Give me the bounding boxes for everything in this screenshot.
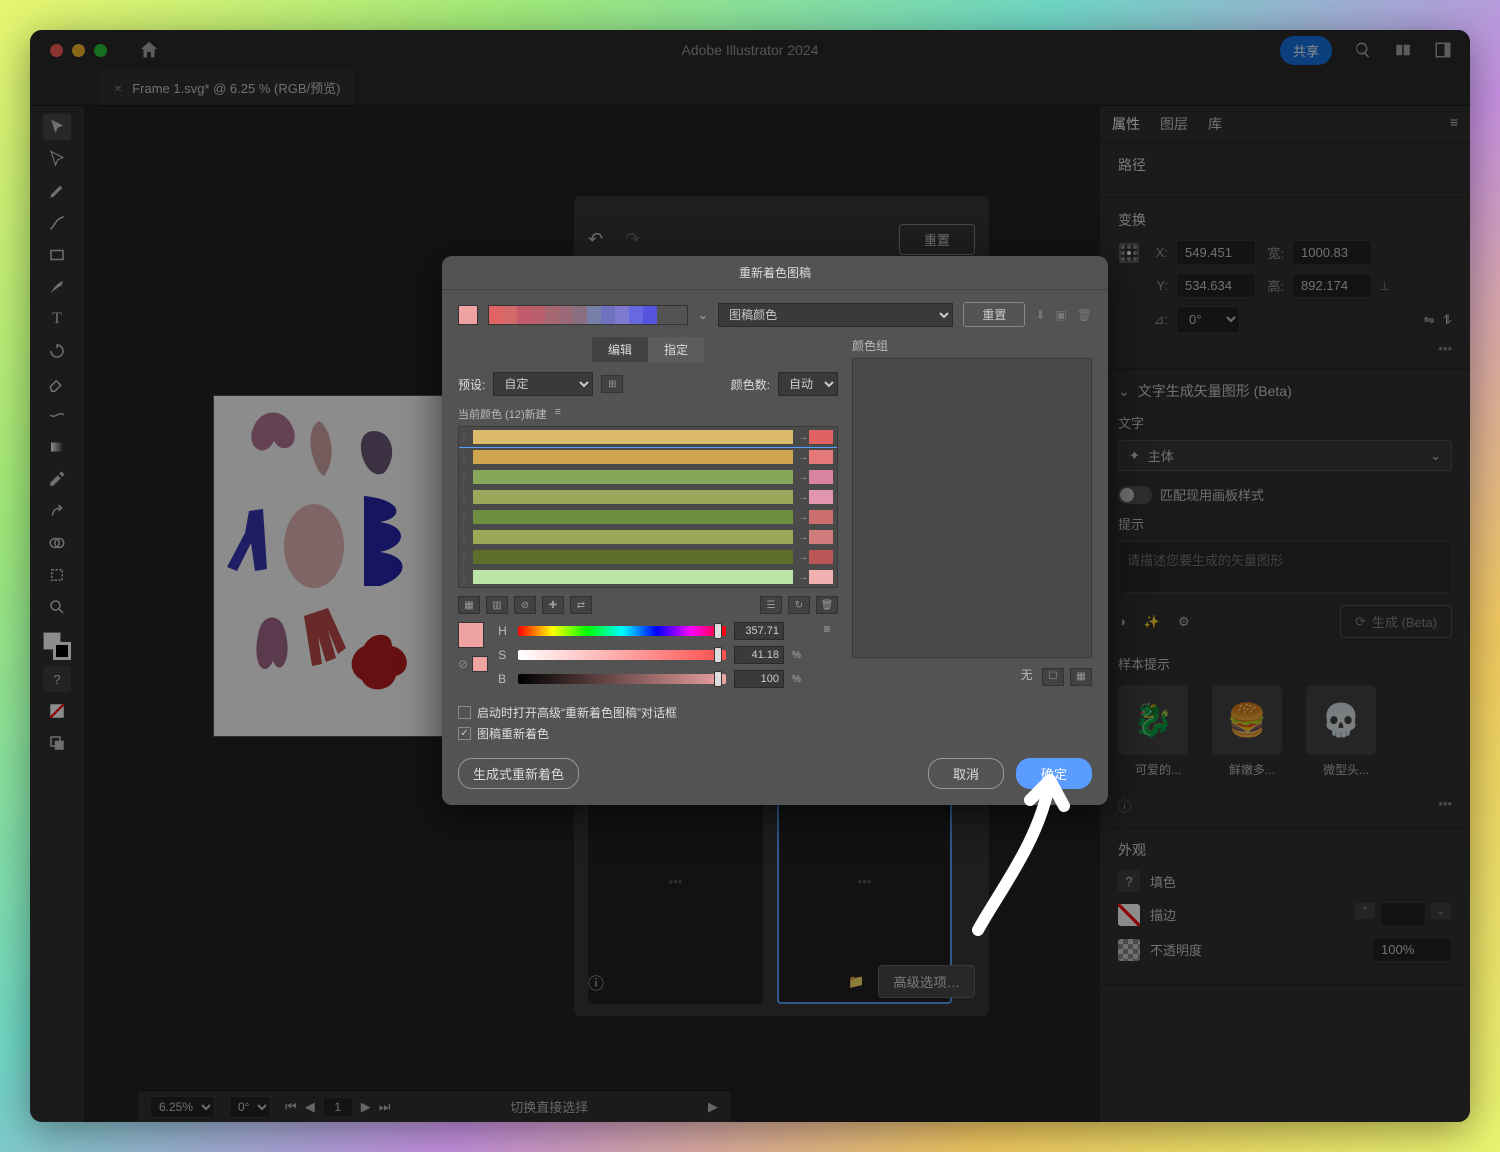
none-label: 无	[1021, 668, 1033, 682]
color-groups-label: 颜色组	[852, 337, 1092, 354]
colors-count-select[interactable]: 自动	[778, 372, 838, 396]
swatch-strip[interactable]	[488, 305, 688, 325]
hsb-value-B[interactable]	[734, 670, 784, 688]
hsb-swatch[interactable]	[458, 622, 484, 648]
colors-count-label: 颜色数:	[731, 376, 770, 393]
hsb-swatch-small[interactable]	[472, 656, 488, 672]
color-row[interactable]: ⋮ →	[459, 487, 837, 507]
separate-icon[interactable]: ▥	[486, 596, 508, 614]
link-icon[interactable]: ⇄	[570, 596, 592, 614]
hsb-value-S[interactable]	[734, 646, 784, 664]
recolor-art-checkbox[interactable]	[458, 727, 471, 740]
hsb-label: B	[498, 672, 510, 686]
merge-icon[interactable]: ▦	[458, 596, 480, 614]
find-color-icon[interactable]: ☰	[760, 596, 782, 614]
swatch[interactable]	[629, 306, 643, 324]
folder-icon[interactable]: ▣	[1055, 308, 1066, 322]
cancel-button[interactable]: 取消	[928, 758, 1004, 789]
hsb-slider-H[interactable]	[518, 626, 726, 636]
trash-icon[interactable]: 🗑	[1077, 308, 1092, 322]
hsb-label: H	[498, 624, 510, 638]
new-row-icon[interactable]: ✚	[542, 596, 564, 614]
active-color-swatch[interactable]	[458, 305, 478, 325]
dialog-reset-button[interactable]: 重置	[963, 302, 1025, 327]
recolor-art-label: 图稿重新着色	[477, 725, 549, 742]
row-menu-icon[interactable]: ≡	[555, 406, 561, 422]
ok-button[interactable]: 确定	[1016, 758, 1092, 789]
swatch[interactable]	[517, 306, 531, 324]
hsb-unit: %	[792, 674, 806, 685]
hsb-unit: %	[792, 650, 806, 661]
link-harmony-icon[interactable]: ⊘	[458, 657, 468, 671]
save-group-icon[interactable]: ⬇	[1035, 308, 1045, 322]
color-row[interactable]: ⋮ →	[459, 527, 837, 547]
color-source-select[interactable]: 图稿颜色	[718, 303, 953, 327]
swatch-dropdown-icon[interactable]: ⌄	[698, 308, 708, 322]
color-row[interactable]: ⋮ →	[459, 567, 837, 587]
hsb-label: S	[498, 648, 510, 662]
swatch[interactable]	[601, 306, 615, 324]
none-icon[interactable]: ☐	[1042, 668, 1064, 686]
color-row[interactable]: ⋮ →	[459, 427, 837, 447]
swatch[interactable]	[587, 306, 601, 324]
open-advanced-checkbox[interactable]	[458, 706, 471, 719]
swatch[interactable]	[531, 306, 545, 324]
color-row[interactable]: ⋮ →	[459, 447, 837, 467]
randomize-icon[interactable]: ↻	[788, 596, 810, 614]
new-row-button[interactable]: 新建	[525, 406, 547, 422]
swatch[interactable]	[545, 306, 559, 324]
app-window: Adobe Illustrator 2024 共享 × Frame 1.svg*…	[30, 30, 1470, 1122]
recolor-artwork-dialog: 重新着色图稿 ⌄ 图稿颜色 重置 ⬇ ▣ 🗑 编辑 指定	[442, 256, 1108, 805]
preset-select[interactable]: 自定	[493, 372, 593, 396]
color-row[interactable]: ⋮ →	[459, 507, 837, 527]
swatch[interactable]	[615, 306, 629, 324]
preset-save-icon[interactable]: ⊞	[601, 375, 623, 393]
color-rows-list: ⋮ → ⋮ → ⋮ → ⋮ → ⋮ → ⋮ → ⋮ → ⋮ →	[458, 426, 838, 588]
swatch[interactable]	[643, 306, 657, 324]
hsb-value-H[interactable]	[734, 622, 784, 640]
color-groups-box[interactable]	[852, 358, 1092, 658]
swatch[interactable]	[503, 306, 517, 324]
generative-recolor-button[interactable]: 生成式重新着色	[458, 758, 579, 789]
exclude-icon[interactable]: ⊘	[514, 596, 536, 614]
dialog-title: 重新着色图稿	[442, 256, 1108, 290]
slider-menu-icon[interactable]: ≡	[823, 622, 830, 636]
current-colors-label: 当前颜色 (12)	[458, 406, 525, 422]
grid-icon[interactable]: ▦	[1070, 668, 1092, 686]
swatch[interactable]	[559, 306, 573, 324]
swatch[interactable]	[489, 306, 503, 324]
hsb-slider-S[interactable]	[518, 650, 726, 660]
subtab-assign[interactable]: 指定	[648, 337, 704, 362]
preset-label: 预设:	[458, 376, 485, 393]
color-row[interactable]: ⋮ →	[459, 547, 837, 567]
open-advanced-label: 启动时打开高级“重新着色图稿”对话框	[477, 704, 677, 721]
swatch[interactable]	[573, 306, 587, 324]
hsb-slider-B[interactable]	[518, 674, 726, 684]
trash-row-icon[interactable]: 🗑	[816, 596, 838, 614]
color-row[interactable]: ⋮ →	[459, 467, 837, 487]
subtab-edit[interactable]: 编辑	[592, 337, 648, 362]
